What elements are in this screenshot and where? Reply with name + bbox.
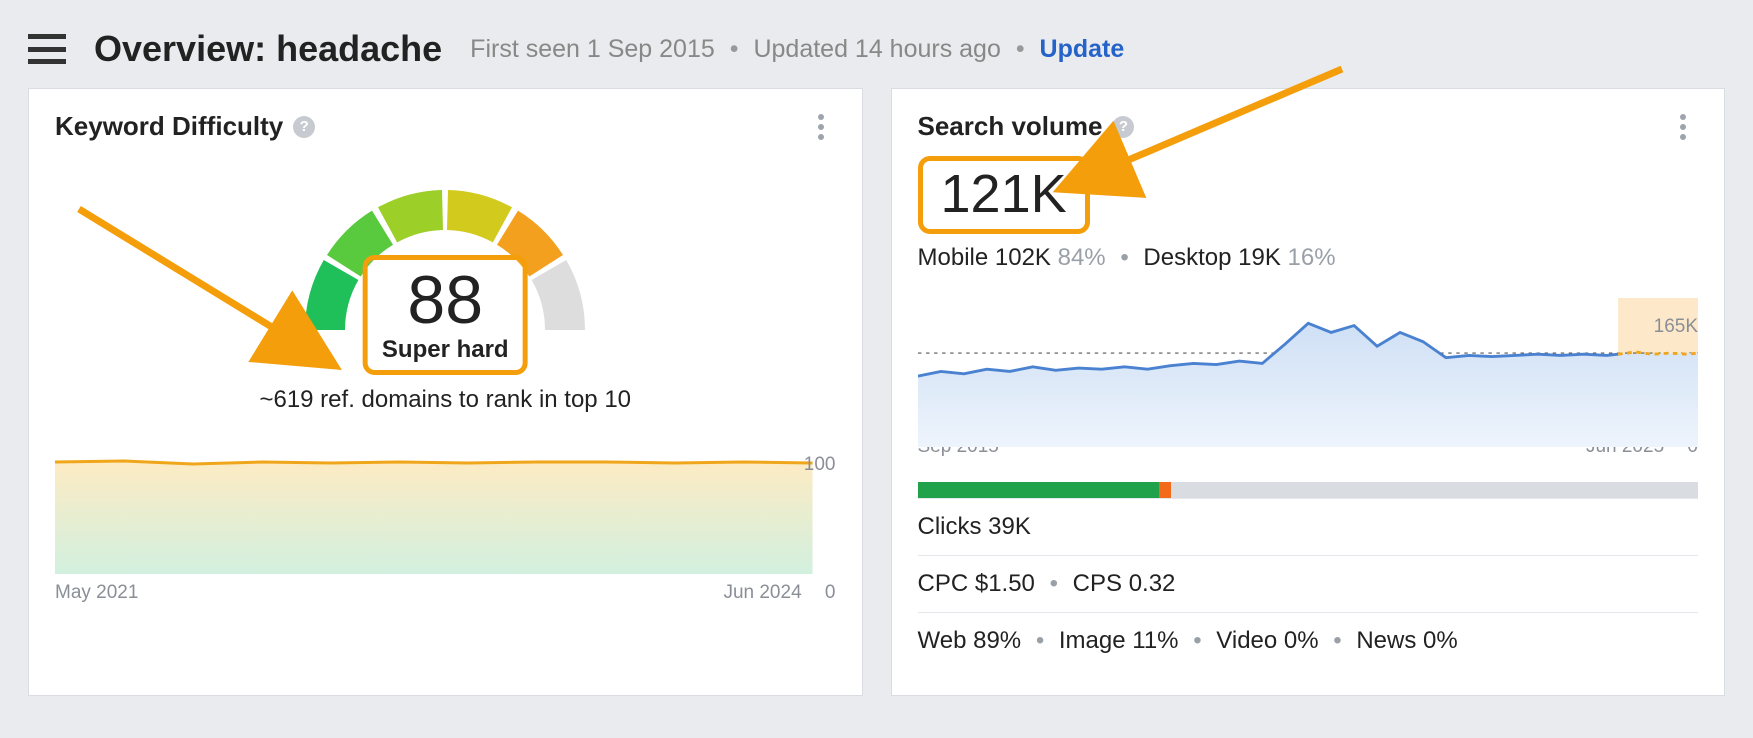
news-label: News (1356, 627, 1416, 654)
web-pct: 89% (973, 627, 1021, 654)
update-link[interactable]: Update (1040, 35, 1125, 63)
card-title-text: Search volume (918, 111, 1103, 142)
video-pct: 0% (1284, 627, 1319, 654)
help-icon[interactable]: ? (293, 116, 315, 138)
difficulty-score-highlight: 88 Super hard (363, 255, 528, 375)
separator-dot: • (730, 35, 739, 63)
search-volume-value: 121K (941, 163, 1067, 225)
keyword-difficulty-card: Keyword Difficulty ? 88 (28, 88, 863, 696)
first-seen-date: 1 Sep 2015 (587, 35, 715, 63)
card-title: Search volume ? (918, 111, 1135, 142)
clicks-row: Clicks 39K (918, 498, 1699, 555)
card-more-icon[interactable] (1668, 112, 1698, 142)
chart-x-start: May 2021 (55, 582, 138, 604)
difficulty-trend-chart[interactable]: 100 (55, 444, 836, 574)
chart-x-end: Jun 2024 (723, 582, 801, 603)
updated-ago: 14 hours ago (855, 35, 1001, 63)
updated-label: Updated (753, 35, 854, 63)
desktop-label: Desktop (1143, 244, 1231, 271)
click-share-bar (918, 482, 1699, 498)
cpc-cps-row: CPC $1.50 • CPS 0.32 (918, 555, 1699, 612)
help-icon[interactable]: ? (1112, 116, 1134, 138)
difficulty-gauge: 88 Super hard (280, 160, 610, 380)
clicks-label: Clicks (918, 513, 982, 540)
card-title-text: Keyword Difficulty (55, 111, 283, 142)
ref-domains-text: ~619 ref. domains to rank in top 10 (55, 386, 836, 414)
mobile-label: Mobile (918, 244, 989, 271)
image-label: Image (1059, 627, 1126, 654)
cpc-value: $1.50 (975, 570, 1035, 597)
card-title: Keyword Difficulty ? (55, 111, 315, 142)
news-pct: 0% (1423, 627, 1458, 654)
card-more-icon[interactable] (806, 112, 836, 142)
cps-value: 0.32 (1129, 570, 1176, 597)
search-volume-card: Search volume ? 121K Mobile 102K 84% • D… (891, 88, 1726, 696)
click-share-paid (1159, 482, 1171, 498)
keyword-name: headache (276, 28, 442, 69)
device-breakdown: Mobile 102K 84% • Desktop 19K 16% (918, 244, 1699, 272)
clicks-value: 39K (988, 513, 1031, 540)
first-seen-label: First seen (470, 35, 587, 63)
desktop-pct: 16% (1288, 244, 1336, 271)
desktop-value: 19K (1238, 244, 1281, 271)
cpc-label: CPC (918, 570, 969, 597)
search-volume-highlight: 121K (918, 156, 1090, 234)
mobile-pct: 84% (1058, 244, 1106, 271)
cps-label: CPS (1073, 570, 1122, 597)
chart-y-max: 100 (804, 454, 836, 476)
page-meta: First seen 1 Sep 2015 • Updated 14 hours… (470, 35, 1124, 64)
volume-trend-chart[interactable]: 165K (918, 298, 1699, 428)
chart-y-min: 0 (825, 582, 836, 603)
page-header: Overview: headache First seen 1 Sep 2015… (0, 0, 1753, 88)
menu-icon[interactable] (28, 34, 66, 64)
chart-y-max: 165K (1654, 316, 1698, 338)
page-title: Overview: headache (94, 28, 442, 70)
separator-dot: • (1016, 35, 1025, 63)
cards-row: Keyword Difficulty ? 88 (0, 88, 1753, 724)
mobile-value: 102K (995, 244, 1051, 271)
search-types-row: Web 89% • Image 11% • Video 0% • News 0% (918, 612, 1699, 669)
click-share-organic (918, 482, 1160, 498)
title-prefix: Overview: (94, 28, 276, 69)
video-label: Video (1216, 627, 1277, 654)
difficulty-score-label: Super hard (382, 336, 509, 364)
difficulty-score: 88 (382, 266, 509, 334)
gauge-center: 88 Super hard (363, 255, 528, 375)
image-pct: 11% (1132, 627, 1178, 654)
web-label: Web (918, 627, 967, 654)
